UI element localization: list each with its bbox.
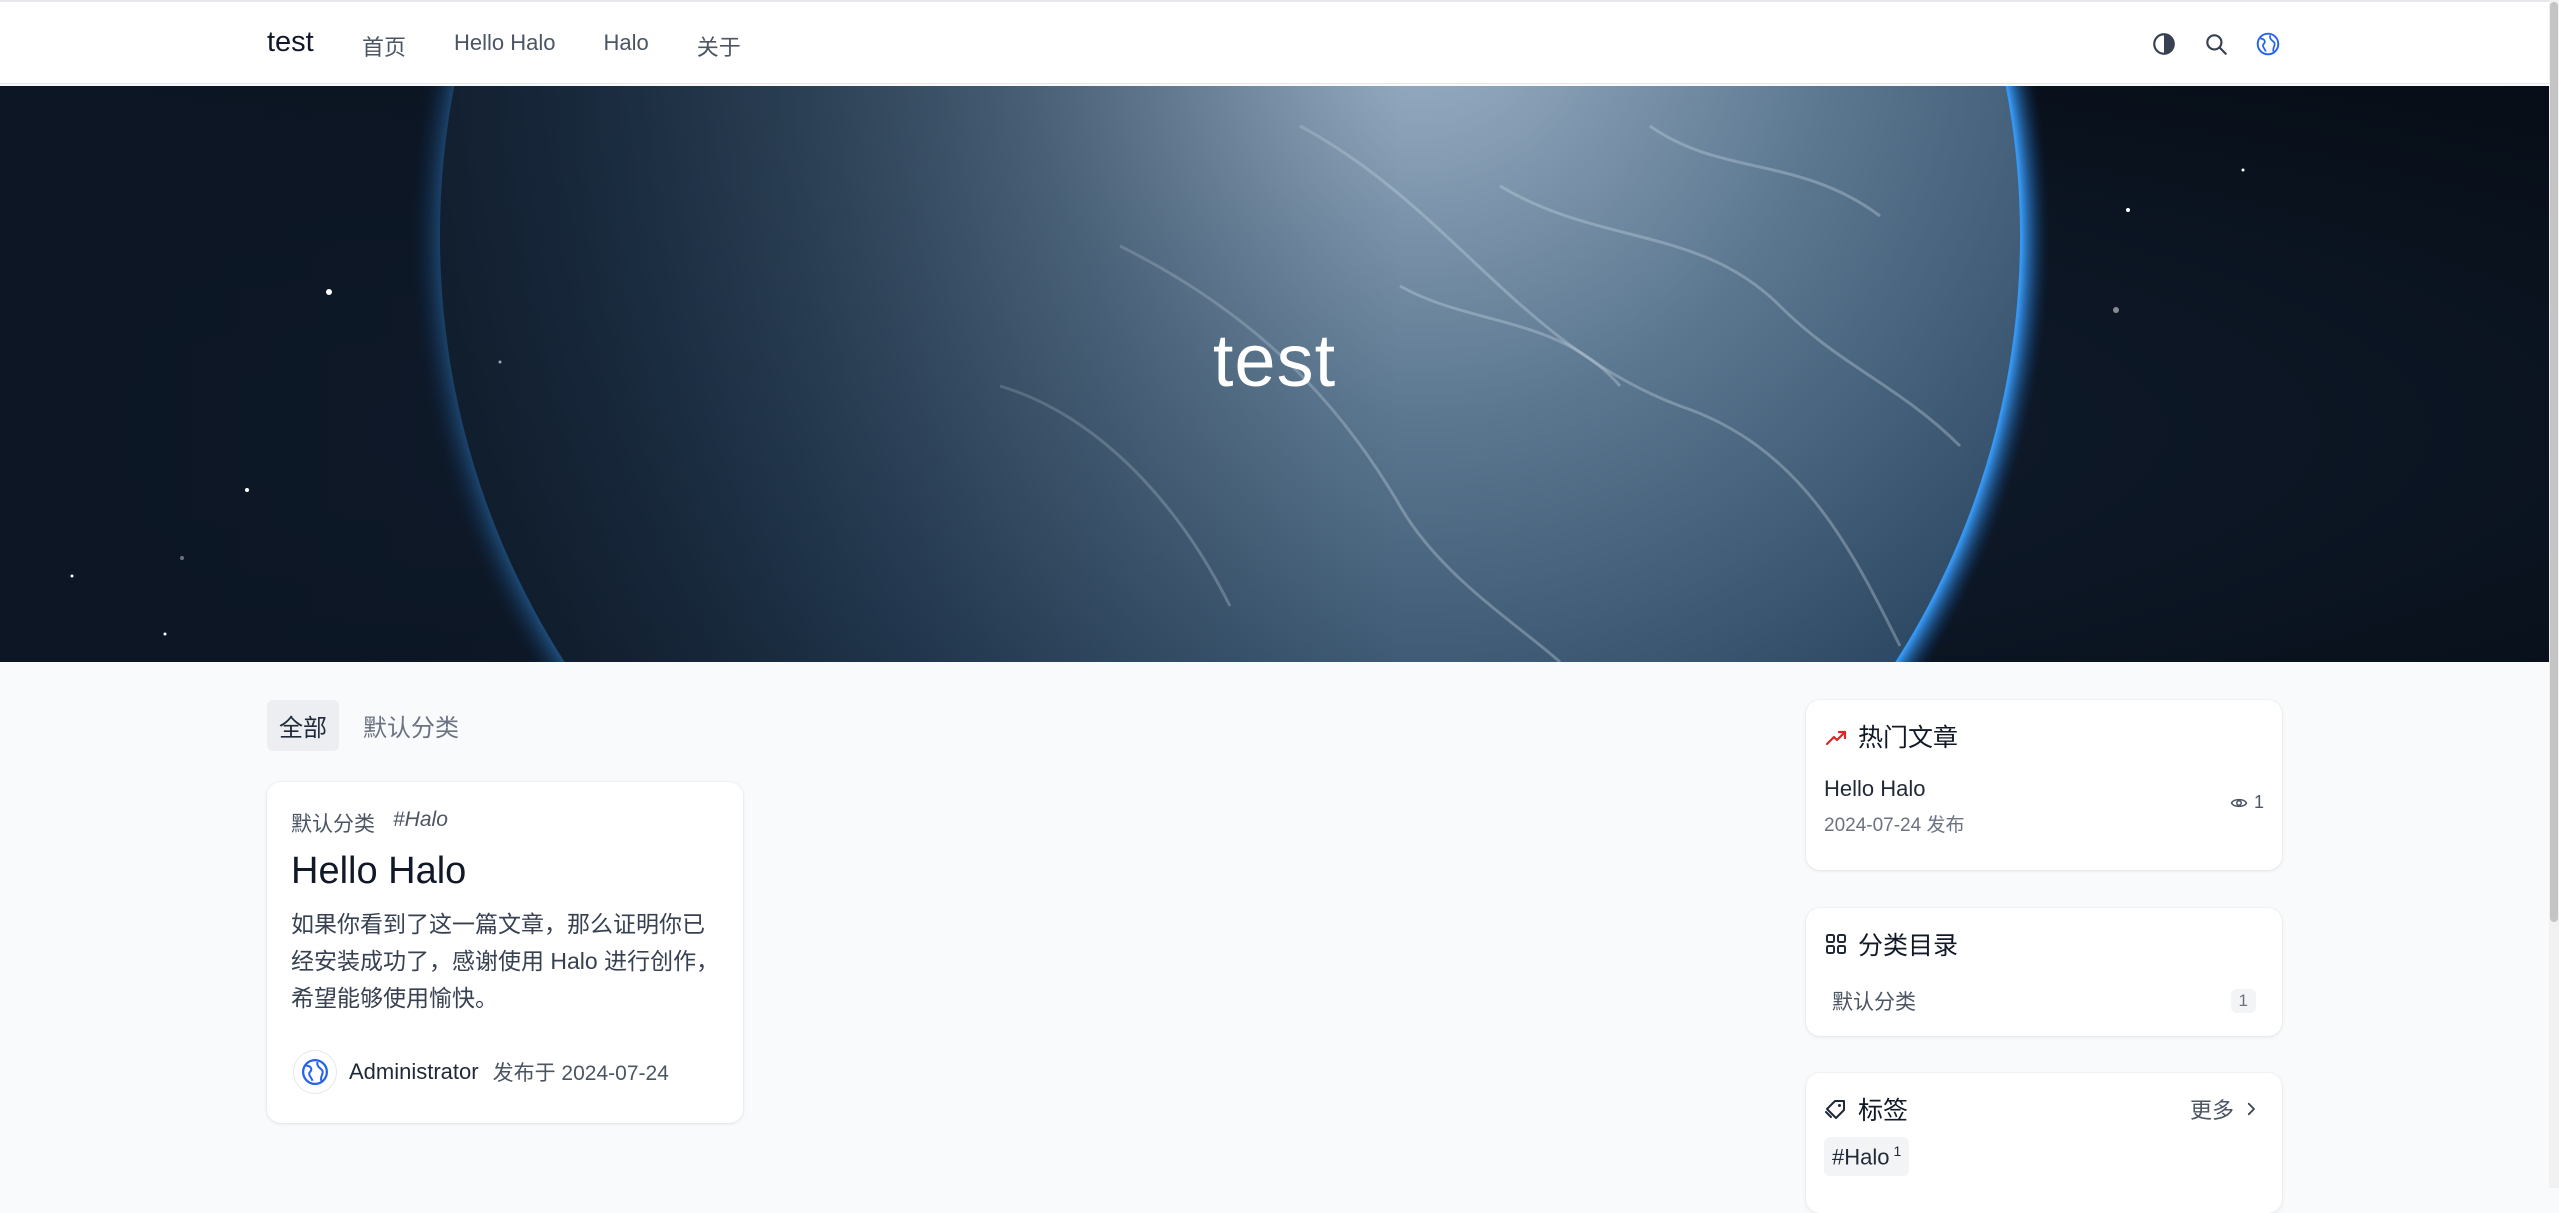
categories-widget: 分类目录 默认分类 1 — [1806, 908, 2282, 1036]
search-icon[interactable] — [2200, 28, 2232, 60]
nav-item-halo[interactable]: Halo — [604, 30, 649, 62]
tag-count: 1 — [1893, 1143, 1902, 1159]
post-meta: 默认分类 #Halo — [291, 808, 448, 838]
tags-header: 标签 — [1824, 1091, 1908, 1127]
post-tag[interactable]: #Halo — [393, 808, 448, 838]
tag-name[interactable]: #Halo — [1832, 1144, 1889, 1169]
globe-icon — [302, 1059, 328, 1085]
trending-icon — [1825, 730, 1847, 746]
hero-banner: test — [0, 86, 2549, 662]
post-published-date: 发布于 2024-07-24 — [492, 1062, 669, 1085]
nav-item-about[interactable]: 关于 — [697, 30, 741, 62]
category-item[interactable]: 默认分类 1 — [1832, 986, 2256, 1016]
post-category[interactable]: 默认分类 — [291, 808, 375, 838]
scrollbar-thumb[interactable] — [2550, 2, 2558, 922]
tags-more-link[interactable]: 更多 — [2190, 1093, 2260, 1125]
nav-actions — [2148, 28, 2284, 60]
tags-more-label[interactable]: 更多 — [2190, 1093, 2234, 1125]
tab-default-category[interactable]: 默认分类 — [351, 700, 471, 751]
hero-title: test — [1212, 319, 1337, 402]
category-name[interactable]: 默认分类 — [1832, 986, 1916, 1016]
hot-post-date: 2024-07-24 发布 — [1824, 815, 1965, 836]
categories-title: 分类目录 — [1858, 932, 1959, 960]
hot-post-view-count: 1 — [2253, 792, 2264, 812]
tags-widget: 标签 更多 #Halo 1 — [1806, 1073, 2282, 1213]
nav-item-home[interactable]: 首页 — [362, 30, 406, 62]
tab-all[interactable]: 全部 — [267, 700, 339, 751]
chevron-right-icon — [2247, 1102, 2255, 1116]
grid-icon — [1826, 934, 1846, 954]
hot-post-views: 1 — [2230, 792, 2264, 813]
top-navbar: test 首页 Hello Halo Halo 关于 — [0, 0, 2549, 84]
tag-chip[interactable]: #Halo 1 — [1824, 1137, 1910, 1177]
categories-header: 分类目录 — [1824, 926, 1958, 962]
avatar — [293, 1050, 337, 1094]
tag-icon — [1825, 1100, 1845, 1119]
hot-posts-title: 热门文章 — [1858, 724, 1959, 752]
post-card[interactable]: 默认分类 #Halo Hello Halo 如果你看到了这一篇文章，那么证明你已… — [267, 782, 743, 1123]
theme-toggle-icon[interactable] — [2148, 28, 2180, 60]
hot-posts-header: 热门文章 — [1824, 718, 1958, 754]
nav-item-hello-halo[interactable]: Hello Halo — [454, 30, 556, 62]
category-count: 1 — [2230, 989, 2256, 1013]
post-author[interactable]: Administrator — [349, 1059, 479, 1085]
globe-icon[interactable] — [2252, 28, 2284, 60]
eye-icon — [2230, 798, 2248, 807]
post-excerpt: 如果你看到了这一篇文章，那么证明你已经安装成功了，感谢使用 Halo 进行创作，… — [291, 911, 720, 1011]
post-footer: Administrator 发布于 2024-07-24 — [293, 1050, 669, 1094]
site-brand[interactable]: test — [267, 26, 314, 59]
hot-posts-widget: 热门文章 Hello Halo 2024-07-24 发布 1 — [1806, 700, 2282, 870]
post-title[interactable]: Hello Halo — [291, 850, 466, 893]
hot-post-title[interactable]: Hello Halo — [1824, 776, 1926, 802]
page-scrollbar[interactable] — [2549, 0, 2559, 1188]
tags-title: 标签 — [1858, 1097, 1909, 1125]
main-nav: 首页 Hello Halo Halo 关于 — [362, 30, 789, 62]
category-tabs: 全部 默认分类 — [267, 700, 471, 751]
